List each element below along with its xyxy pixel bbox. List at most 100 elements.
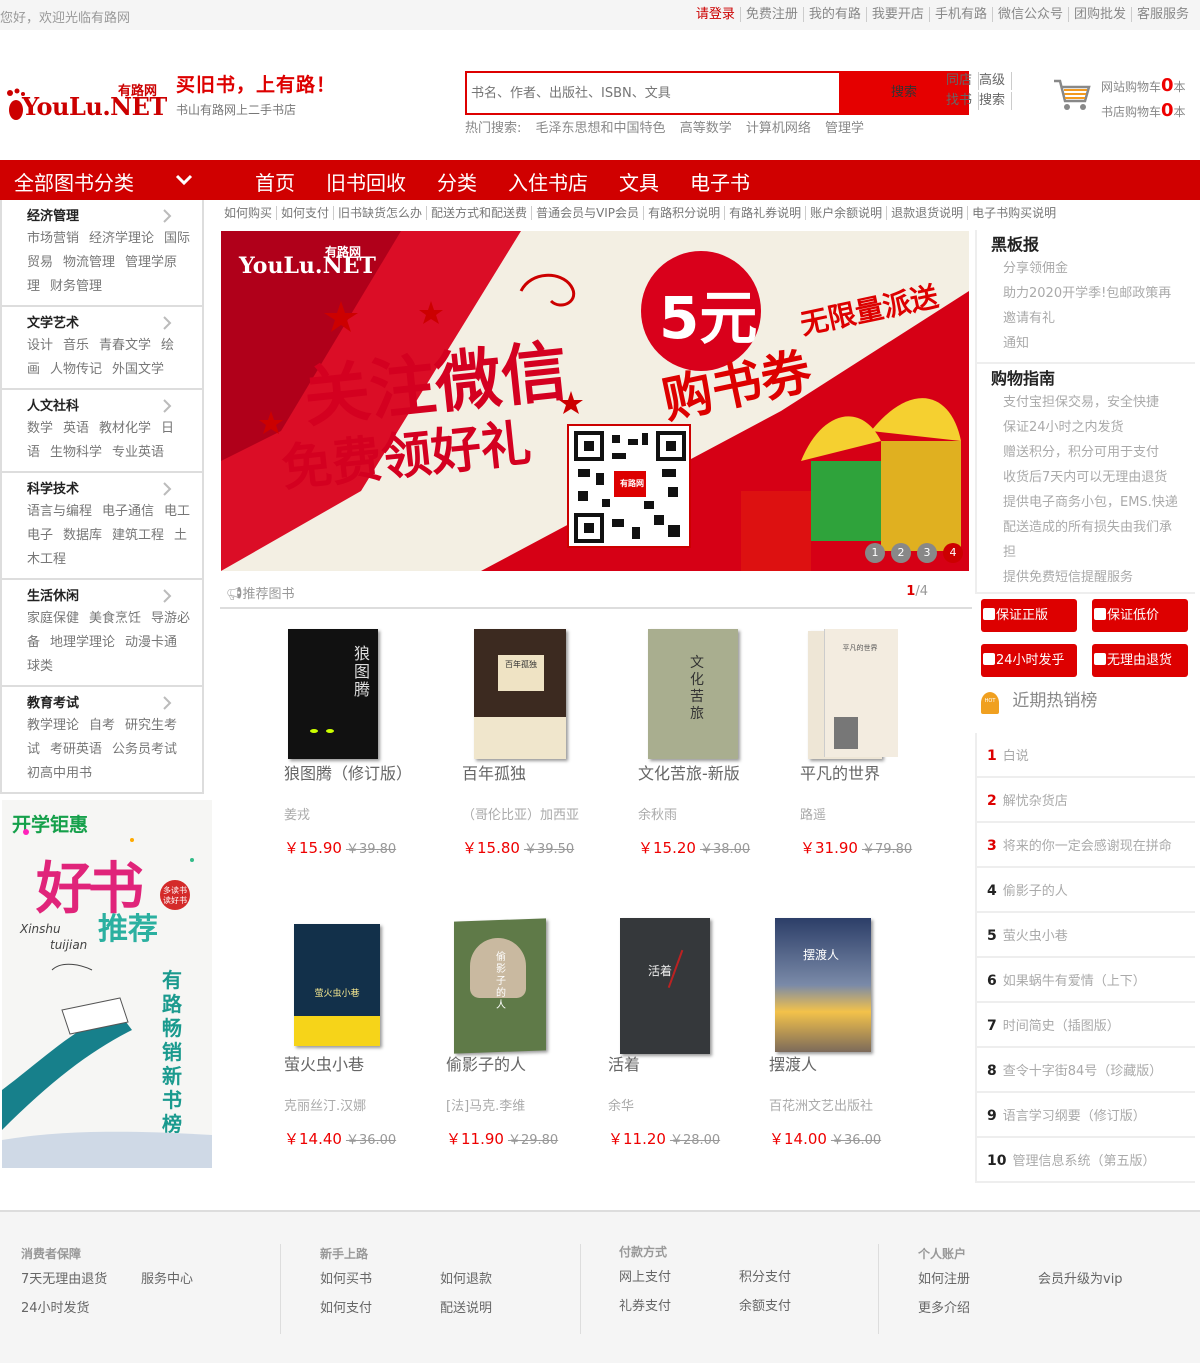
guide-item[interactable]: 担 (991, 540, 1195, 565)
nav-category[interactable]: 分类 (437, 167, 477, 196)
hot-item[interactable]: 6 如果蜗牛有爱情（上下） (975, 958, 1195, 1003)
subcategory-link[interactable]: 经济学理论 (89, 231, 154, 246)
nav-home[interactable]: 首页 (255, 167, 295, 196)
footer-link[interactable]: 礼券支付 (619, 1295, 739, 1314)
category-title[interactable]: 教育考试 (27, 694, 202, 714)
subcategory-link[interactable]: 音乐 (63, 338, 89, 353)
book-cover[interactable]: 偷影子的人 (446, 916, 616, 1054)
cart-info[interactable]: 网站购物车0本 书店购物车0本 (1101, 74, 1186, 124)
book-card[interactable]: 文化苦旅 文化苦旅-新版 余秋雨 ￥15.20 ￥38.00 (638, 625, 808, 858)
subcategory-link[interactable]: 美食烹饪 (89, 611, 141, 626)
book-cover[interactable]: 摆渡人 (769, 916, 939, 1052)
hero-banner[interactable]: YouLu.NET 有路网 5元 无限量派送 购书券 关注微信 免费领好礼 有路… (221, 231, 969, 571)
search-input[interactable] (469, 77, 839, 109)
footer-link[interactable]: 积分支付 (739, 1266, 859, 1285)
hot-term[interactable]: 管理学 (825, 121, 864, 136)
book-card[interactable]: 萤火虫小巷 萤火虫小巷 克丽丝汀.汉娜 ￥14.40 ￥36.00 (284, 916, 454, 1149)
subcategory-link[interactable]: 人物传记 (50, 362, 102, 377)
footer-link[interactable]: 配送说明 (440, 1297, 560, 1316)
hot-term[interactable]: 毛泽东思想和中国特色 (536, 121, 666, 136)
nav-recycle[interactable]: 旧书回收 (326, 167, 406, 196)
advanced-link[interactable]: 高级 (979, 72, 1012, 90)
footer-link[interactable]: 网上支付 (619, 1266, 739, 1285)
subcategory-link[interactable]: 青春文学 (99, 338, 151, 353)
my-youlu-link[interactable]: 我的有路 (804, 7, 867, 22)
register-link[interactable]: 免费注册 (741, 7, 804, 22)
help-link[interactable]: 有路礼券说明 (725, 206, 807, 220)
site-logo[interactable]: YouLu.NET 有路网 (6, 78, 167, 122)
subcategory-link[interactable]: 市场营销 (27, 231, 79, 246)
footer-link[interactable]: 如何支付 (320, 1297, 440, 1316)
subcategory-link[interactable]: 财务管理 (50, 279, 102, 294)
subcategory-link[interactable]: 教学理论 (27, 718, 79, 733)
help-link[interactable]: 如何购买 (220, 206, 278, 220)
footer-link[interactable]: 7天无理由退货 (21, 1268, 141, 1287)
help-link[interactable]: 有路积分说明 (644, 206, 726, 220)
book-name[interactable]: 偷影子的人 (446, 1051, 616, 1075)
guide-item[interactable]: 赠送积分，积分可用于支付 (991, 440, 1195, 465)
guide-item[interactable]: 配送造成的所有损失由我们承 (991, 515, 1195, 540)
cart-icon[interactable] (1052, 77, 1092, 113)
chevron-down-icon[interactable] (174, 170, 194, 190)
all-categories[interactable]: 全部图书分类 (14, 167, 134, 196)
subcategory-link[interactable]: 电子通信 (102, 504, 154, 519)
hot-item[interactable]: 7 时间简史（插图版） (975, 1003, 1195, 1048)
subcategory-link[interactable]: 考研英语 (50, 742, 102, 757)
book-card[interactable]: 百年孤独 百年孤独 （哥伦比亚）加西亚 ￥15.80 ￥39.50 (462, 625, 632, 858)
subcategory-link[interactable]: 家庭保健 (27, 611, 79, 626)
book-cover[interactable]: 百年孤独 (462, 625, 632, 760)
blackboard-item[interactable]: 邀请有礼 (991, 306, 1195, 331)
subcategory-link[interactable]: 球类 (27, 659, 53, 674)
carousel-dot[interactable]: 2 (891, 543, 911, 563)
help-link[interactable]: 账户余额说明 (806, 206, 888, 220)
hot-item[interactable]: 4 偷影子的人 (975, 868, 1195, 913)
wholesale-link[interactable]: 团购批发 (1069, 7, 1132, 22)
help-link[interactable]: 退款退货说明 (887, 206, 969, 220)
nav-shops[interactable]: 入住书店 (508, 167, 588, 196)
side-promo-banner[interactable]: 开学钜惠 好书 推荐 Xinshu tuijian 多读书 读好书 有路畅销新书… (2, 800, 212, 1168)
guide-item[interactable]: 保证24小时之内发货 (991, 415, 1195, 440)
category-title[interactable]: 经济管理 (27, 207, 202, 227)
subcategory-link[interactable]: 地理学理论 (50, 635, 115, 650)
subcategory-link[interactable]: 建筑工程 (112, 528, 164, 543)
book-name[interactable]: 文化苦旅-新版 (638, 760, 808, 784)
carousel-dot-active[interactable]: 4 (943, 543, 963, 563)
help-link[interactable]: 电子书购买说明 (968, 206, 1060, 220)
help-link[interactable]: 配送方式和配送费 (427, 206, 533, 220)
wechat-link[interactable]: 微信公众号 (993, 7, 1069, 22)
book-cover[interactable]: 文化苦旅 (638, 625, 808, 760)
hot-term[interactable]: 高等数学 (680, 121, 732, 136)
book-cover[interactable]: 狼图腾 (284, 625, 454, 760)
hot-item[interactable]: 5 萤火虫小巷 (975, 913, 1195, 958)
help-link[interactable]: 如何支付 (277, 206, 335, 220)
mobile-link[interactable]: 手机有路 (930, 7, 993, 22)
recommend-pager[interactable]: 1/4 (906, 584, 928, 599)
footer-link[interactable]: 服务中心 (141, 1268, 261, 1287)
book-cover[interactable]: 活着 (608, 916, 778, 1054)
book-card[interactable]: 狼图腾 狼图腾（修订版） 姜戎 ￥15.90 ￥39.80 (284, 625, 454, 858)
subcategory-link[interactable]: 英语 (63, 421, 89, 436)
hot-item[interactable]: 8 查令十字街84号（珍藏版） (975, 1048, 1195, 1093)
hot-item[interactable]: 3 将来的你一定会感谢现在拼命 (975, 823, 1195, 868)
subcategory-link[interactable]: 自考 (89, 718, 115, 733)
login-link[interactable]: 请登录 (691, 7, 741, 22)
category-title[interactable]: 文学艺术 (27, 314, 202, 334)
category-title[interactable]: 生活休闲 (27, 587, 202, 607)
hot-item[interactable]: 10 管理信息系统（第五版） (975, 1138, 1195, 1183)
service-link[interactable]: 客服服务 (1132, 7, 1194, 22)
book-name[interactable]: 百年孤独 (462, 760, 632, 784)
guide-item[interactable]: 提供免费短信提醒服务 (991, 565, 1195, 590)
book-card[interactable]: 偷影子的人 偷影子的人 [法]马克.李维 ￥11.90 ￥29.80 (446, 916, 616, 1149)
book-name[interactable]: 活着 (608, 1051, 778, 1075)
footer-link[interactable]: 如何注册 (918, 1268, 1038, 1287)
help-link[interactable]: 旧书缺货怎么办 (334, 206, 428, 220)
subcategory-link[interactable]: 数学 (27, 421, 53, 436)
footer-link[interactable]: 如何买书 (320, 1268, 440, 1287)
blackboard-item[interactable]: 助力2020开学季!包邮政策再 (991, 281, 1195, 306)
footer-link[interactable]: 如何退款 (440, 1268, 560, 1287)
book-name[interactable]: 狼图腾（修订版） (284, 760, 454, 784)
carousel-dot[interactable]: 1 (865, 543, 885, 563)
hot-item[interactable]: 1 白说 (975, 733, 1195, 778)
book-card[interactable]: 摆渡人 摆渡人 百花洲文艺出版社 ￥14.00 ￥36.00 (769, 916, 939, 1149)
subcategory-link[interactable]: 物流管理 (63, 255, 115, 270)
